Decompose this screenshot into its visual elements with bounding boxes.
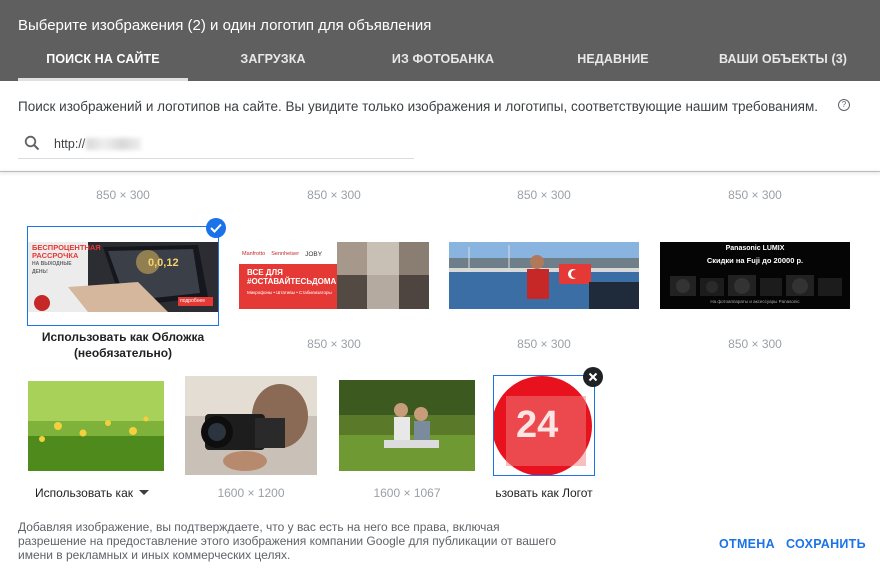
- image-thumbnail-couple[interactable]: [339, 380, 475, 471]
- panasonic-brand: Panasonic LUMIX: [725, 245, 785, 252]
- banner-line: НА ВЫХОДНЫЕ: [32, 261, 72, 267]
- image-dimensions: 850 × 300: [307, 188, 361, 202]
- brand-joby: JOBY: [305, 251, 323, 258]
- tab-label: ПОИСК НА САЙТЕ: [46, 52, 160, 66]
- tab-label: ВАШИ ОБЪЕКТЫ (3): [718, 52, 848, 66]
- camera-image: [185, 376, 317, 475]
- section-divider: [0, 171, 880, 172]
- tab-recent[interactable]: НЕДАВНИЕ: [538, 52, 688, 81]
- blurred-url: [86, 138, 141, 150]
- use-as-cover-label[interactable]: Использовать как Обложка (необязательно): [28, 330, 218, 360]
- image-dimensions: 850 × 300: [307, 337, 361, 351]
- image-dimensions: 850 × 300: [96, 188, 150, 202]
- chevron-down-icon: [139, 490, 149, 495]
- image-dimensions: 850 × 300: [728, 188, 782, 202]
- active-tab-indicator: [18, 78, 188, 81]
- banner-laptop-image: [28, 242, 218, 312]
- tab-site-search[interactable]: ПОИСК НА САЙТЕ: [18, 52, 188, 81]
- tab-upload[interactable]: ЗАГРУЗКА: [198, 52, 348, 81]
- tab-label: НЕДАВНИЕ: [577, 52, 649, 66]
- image-thumbnail-banner-laptop[interactable]: БЕСПРОЦЕНТНАЯ РАССРОЧКА НА ВЫХОДНЫЕ ДЕНЬ…: [27, 226, 219, 326]
- image-dimensions: 850 × 300: [517, 337, 571, 351]
- image-thumbnail-camera[interactable]: [185, 376, 317, 475]
- image-thumbnail-panasonic[interactable]: Panasonic LUMIX Скидки на Fuji до 20000 …: [660, 242, 850, 309]
- rights-notice: Добавляя изображение, вы подтверждаете, …: [18, 520, 557, 562]
- selected-check-icon[interactable]: [206, 218, 226, 238]
- cancel-button[interactable]: ОТМЕНА: [719, 537, 775, 551]
- tab-your-assets[interactable]: ВАШИ ОБЪЕКТЫ (3): [698, 52, 868, 81]
- site-search-field[interactable]: http://: [18, 130, 414, 159]
- headline-line: ВСЕ ДЛЯ: [247, 268, 283, 277]
- search-icon: [24, 135, 40, 151]
- brand-sennheiser: Sennheiser: [271, 251, 300, 257]
- image-dimensions: 1600 × 1067: [373, 486, 441, 500]
- image-thumbnail-stay-home[interactable]: Manfrotto Sennheiser JOBY ВСЕ ДЛЯ #ОСТАВ…: [239, 242, 429, 309]
- banner-line: ДЕНЬ!: [32, 269, 48, 275]
- dropdown-label: Использовать как: [35, 486, 133, 500]
- use-as-logo-label[interactable]: ьзовать как Логот: [494, 486, 594, 500]
- tab-label: ИЗ ФОТОБАНКА: [391, 52, 495, 66]
- save-button[interactable]: СОХРАНИТЬ: [786, 537, 866, 551]
- brand-manfrotto: Manfrotto: [242, 251, 266, 257]
- image-dimensions: 850 × 300: [517, 188, 571, 202]
- image-thumbnail-logo-24[interactable]: 24: [493, 375, 595, 476]
- image-dimensions: 850 × 300: [728, 337, 782, 351]
- search-input[interactable]: http://: [54, 137, 85, 151]
- caption-line: Использовать как Обложка: [41, 330, 205, 344]
- banner-line: РАССРОЧКА: [32, 251, 79, 260]
- dandelions-image: [28, 381, 164, 471]
- panasonic-promo: Скидки на Fuji до 20000 р.: [706, 256, 804, 265]
- tab-stock[interactable]: ИЗ ФОТОБАНКА: [358, 52, 528, 81]
- banner-button: подробнее: [180, 298, 206, 304]
- help-circle-icon[interactable]: ?: [838, 99, 850, 111]
- logo-text: 24: [516, 404, 559, 446]
- subline: Микрофоны • Штативы • Стабилизаторы: [247, 290, 332, 295]
- panasonic-footer: На фотоаппараты и аксессуары Panasonic: [710, 299, 800, 304]
- use-as-dropdown[interactable]: Использовать как: [35, 486, 149, 500]
- harbor-image: [449, 242, 639, 309]
- banner-badge: 0,0,12: [148, 257, 179, 269]
- close-icon[interactable]: [583, 367, 603, 387]
- dialog-title: Выберите изображения (2) и один логотип …: [18, 17, 432, 34]
- image-thumbnail-harbor[interactable]: [449, 242, 639, 309]
- tab-label: ЗАГРУЗКА: [240, 52, 306, 66]
- image-thumbnail-dandelions[interactable]: [28, 381, 164, 471]
- headline-line: #ОСТАВАЙТЕСЬДОМА: [247, 277, 337, 286]
- search-description: Поиск изображений и логотипов на сайте. …: [18, 99, 818, 114]
- caption-line: (необязательно): [73, 346, 173, 360]
- couple-image: [339, 380, 475, 471]
- dialog-header: Выберите изображения (2) и один логотип …: [0, 0, 880, 81]
